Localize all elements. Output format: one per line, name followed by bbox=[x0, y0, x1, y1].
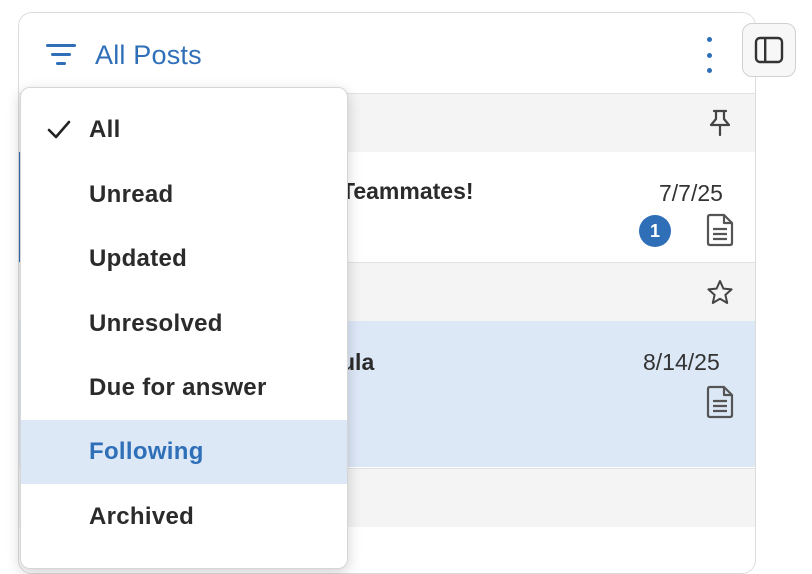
filter-option-unread[interactable]: Unread bbox=[21, 163, 347, 227]
post-title: Teammates! bbox=[341, 178, 474, 204]
unread-count-badge: 1 bbox=[639, 215, 671, 247]
filter-option-archived[interactable]: Archived bbox=[21, 485, 347, 549]
filter-button[interactable]: All Posts bbox=[45, 35, 202, 75]
filter-option-label: Following bbox=[89, 438, 204, 465]
filter-option-label: Updated bbox=[89, 245, 188, 272]
filter-option-label: Archived bbox=[89, 503, 195, 530]
filter-option-updated[interactable]: Updated bbox=[21, 227, 347, 291]
filter-option-label: Due for answer bbox=[89, 374, 267, 401]
document-icon bbox=[706, 213, 734, 247]
post-date: 7/7/25 bbox=[659, 180, 723, 206]
posts-header: All Posts bbox=[19, 13, 755, 93]
filter-dropdown-menu: All Unread Updated Unresolved Due for an… bbox=[20, 87, 348, 569]
checkmark-icon bbox=[47, 120, 71, 139]
filter-label: All Posts bbox=[95, 39, 202, 70]
sidebar-panel-icon bbox=[754, 36, 784, 64]
more-options-icon[interactable] bbox=[701, 37, 717, 73]
filter-option-following[interactable]: Following bbox=[21, 420, 347, 484]
filter-icon bbox=[46, 44, 76, 65]
filter-option-label: All bbox=[89, 116, 121, 143]
filter-option-all[interactable]: All bbox=[21, 98, 347, 162]
star-icon[interactable] bbox=[706, 279, 734, 305]
pin-icon[interactable] bbox=[707, 109, 733, 137]
filter-option-label: Unread bbox=[89, 181, 174, 208]
document-icon bbox=[706, 385, 734, 419]
filter-option-label: Unresolved bbox=[89, 310, 223, 337]
filter-option-unresolved[interactable]: Unresolved bbox=[21, 292, 347, 356]
filter-option-due-for-answer[interactable]: Due for answer bbox=[21, 356, 347, 420]
post-date: 8/14/25 bbox=[643, 349, 720, 375]
sidebar-toggle-button[interactable] bbox=[742, 23, 796, 77]
